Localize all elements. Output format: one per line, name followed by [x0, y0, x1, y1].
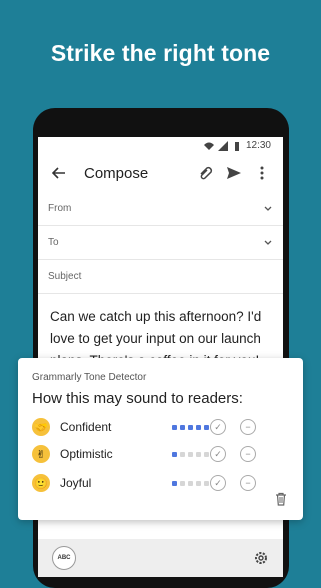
tone-detector-heading: How this may sound to readers: — [32, 390, 243, 407]
tone-row-confident: 🤝 Confident ✓ − — [32, 416, 292, 438]
tone-level-dots — [172, 424, 209, 430]
level-dot — [188, 451, 193, 457]
grammarly-abc-button[interactable]: ABC — [52, 546, 76, 570]
level-dot — [188, 424, 193, 430]
headline: Strike the right tone — [50, 40, 271, 66]
level-dot — [196, 451, 201, 457]
level-dot — [172, 480, 177, 486]
wifi-icon — [203, 142, 214, 150]
subject-field[interactable]: Subject — [38, 260, 283, 294]
trash-icon[interactable] — [274, 492, 288, 506]
check-icon[interactable]: ✓ — [210, 419, 226, 435]
from-label: From — [48, 203, 72, 214]
level-dot — [172, 424, 177, 430]
chevron-down-icon[interactable] — [263, 238, 273, 248]
minus-icon[interactable]: − — [240, 475, 256, 491]
tone-row-joyful: 🙂 Joyful ✓ − — [32, 472, 292, 494]
compose-app-bar: Compose — [38, 154, 283, 192]
send-icon[interactable] — [223, 162, 245, 184]
level-dot — [196, 480, 201, 486]
level-dot — [204, 424, 209, 430]
minus-icon[interactable]: − — [240, 419, 256, 435]
tone-label: Confident — [60, 420, 112, 434]
back-arrow-icon[interactable] — [48, 162, 70, 184]
victory-hand-icon: ✌ — [32, 445, 50, 463]
status-time: 12:30 — [245, 140, 271, 151]
tone-detector-card: Grammarly Tone Detector How this may sou… — [18, 358, 303, 520]
tone-row-optimistic: ✌ Optimistic ✓ − — [32, 443, 292, 465]
tone-label: Optimistic — [60, 447, 113, 461]
level-dot — [204, 480, 209, 486]
battery-icon — [234, 141, 239, 151]
level-dot — [180, 451, 185, 457]
compose-title: Compose — [84, 164, 149, 182]
tone-level-dots — [172, 451, 209, 457]
tone-detector-caption: Grammarly Tone Detector — [32, 372, 147, 383]
subject-placeholder: Subject — [48, 271, 82, 282]
status-bar: 12:30 — [38, 137, 283, 154]
from-field[interactable]: From — [38, 192, 283, 226]
level-dot — [196, 424, 201, 430]
level-dot — [180, 424, 185, 430]
tone-level-dots — [172, 480, 209, 486]
check-icon[interactable]: ✓ — [210, 446, 226, 462]
keyboard-toolbar: ABC — [38, 539, 283, 577]
gear-icon[interactable] — [253, 550, 269, 566]
check-icon[interactable]: ✓ — [210, 475, 226, 491]
to-label: To — [48, 237, 59, 248]
tone-label: Joyful — [60, 476, 92, 490]
handshake-icon: 🤝 — [32, 418, 50, 436]
more-vert-icon[interactable] — [251, 162, 273, 184]
level-dot — [188, 480, 193, 486]
chevron-down-icon[interactable] — [263, 204, 273, 214]
smile-icon: 🙂 — [32, 474, 50, 492]
level-dot — [180, 480, 185, 486]
to-field[interactable]: To — [38, 226, 283, 260]
level-dot — [204, 451, 209, 457]
signal-icon — [217, 140, 228, 151]
attachment-icon[interactable] — [195, 162, 217, 184]
level-dot — [172, 451, 177, 457]
minus-icon[interactable]: − — [240, 446, 256, 462]
